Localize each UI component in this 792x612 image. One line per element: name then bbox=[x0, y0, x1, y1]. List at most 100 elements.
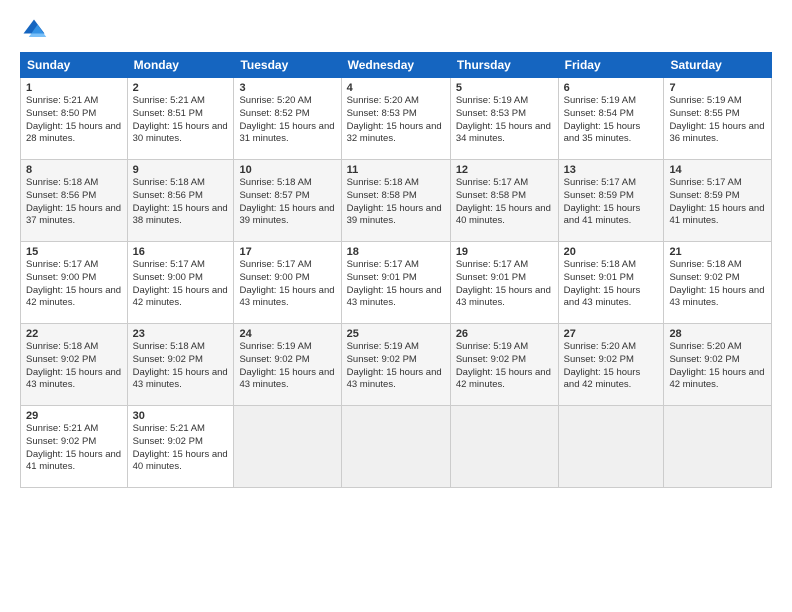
day-number: 25 bbox=[347, 328, 445, 340]
cell-content: Sunrise: 5:18 AM Sunset: 9:01 PM Dayligh… bbox=[564, 259, 659, 310]
cell-content: Sunrise: 5:17 AM Sunset: 8:59 PM Dayligh… bbox=[564, 177, 659, 228]
day-number: 5 bbox=[456, 82, 553, 94]
day-number: 27 bbox=[564, 328, 659, 340]
daylight-label: Daylight: 15 hours and 43 minutes. bbox=[669, 285, 764, 309]
calendar-cell: 27 Sunrise: 5:20 AM Sunset: 9:02 PM Dayl… bbox=[558, 324, 664, 406]
daylight-label: Daylight: 15 hours and 43 minutes. bbox=[347, 367, 442, 391]
sunset-label: Sunset: 9:02 PM bbox=[456, 354, 526, 365]
page: SundayMondayTuesdayWednesdayThursdayFrid… bbox=[0, 0, 792, 612]
sunset-label: Sunset: 8:53 PM bbox=[456, 108, 526, 119]
daylight-label: Daylight: 15 hours and 41 minutes. bbox=[669, 203, 764, 227]
calendar-header-tuesday: Tuesday bbox=[234, 53, 341, 78]
daylight-label: Daylight: 15 hours and 34 minutes. bbox=[456, 121, 551, 145]
daylight-label: Daylight: 15 hours and 32 minutes. bbox=[347, 121, 442, 145]
daylight-label: Daylight: 15 hours and 43 minutes. bbox=[26, 367, 121, 391]
sunrise-label: Sunrise: 5:19 AM bbox=[669, 95, 741, 106]
sunrise-label: Sunrise: 5:18 AM bbox=[133, 341, 205, 352]
sunset-label: Sunset: 8:52 PM bbox=[239, 108, 309, 119]
cell-content: Sunrise: 5:18 AM Sunset: 9:02 PM Dayligh… bbox=[669, 259, 766, 310]
day-number: 4 bbox=[347, 82, 445, 94]
cell-content: Sunrise: 5:17 AM Sunset: 9:01 PM Dayligh… bbox=[347, 259, 445, 310]
sunrise-label: Sunrise: 5:19 AM bbox=[347, 341, 419, 352]
calendar-cell: 16 Sunrise: 5:17 AM Sunset: 9:00 PM Dayl… bbox=[127, 242, 234, 324]
calendar-cell: 4 Sunrise: 5:20 AM Sunset: 8:53 PM Dayli… bbox=[341, 78, 450, 160]
daylight-label: Daylight: 15 hours and 43 minutes. bbox=[347, 285, 442, 309]
sunset-label: Sunset: 9:01 PM bbox=[347, 272, 417, 283]
sunrise-label: Sunrise: 5:17 AM bbox=[456, 259, 528, 270]
daylight-label: Daylight: 15 hours and 43 minutes. bbox=[133, 367, 228, 391]
sunset-label: Sunset: 8:59 PM bbox=[564, 190, 634, 201]
sunrise-label: Sunrise: 5:17 AM bbox=[133, 259, 205, 270]
sunset-label: Sunset: 9:01 PM bbox=[456, 272, 526, 283]
sunrise-label: Sunrise: 5:19 AM bbox=[456, 341, 528, 352]
cell-content: Sunrise: 5:21 AM Sunset: 8:50 PM Dayligh… bbox=[26, 95, 122, 146]
daylight-label: Daylight: 15 hours and 37 minutes. bbox=[26, 203, 121, 227]
calendar-cell: 5 Sunrise: 5:19 AM Sunset: 8:53 PM Dayli… bbox=[450, 78, 558, 160]
sunset-label: Sunset: 9:02 PM bbox=[564, 354, 634, 365]
day-number: 11 bbox=[347, 164, 445, 176]
logo bbox=[20, 16, 52, 44]
calendar-cell: 13 Sunrise: 5:17 AM Sunset: 8:59 PM Dayl… bbox=[558, 160, 664, 242]
day-number: 10 bbox=[239, 164, 335, 176]
day-number: 16 bbox=[133, 246, 229, 258]
cell-content: Sunrise: 5:19 AM Sunset: 8:53 PM Dayligh… bbox=[456, 95, 553, 146]
calendar-cell bbox=[234, 406, 341, 488]
cell-content: Sunrise: 5:21 AM Sunset: 8:51 PM Dayligh… bbox=[133, 95, 229, 146]
calendar-cell: 9 Sunrise: 5:18 AM Sunset: 8:56 PM Dayli… bbox=[127, 160, 234, 242]
calendar-week-4: 22 Sunrise: 5:18 AM Sunset: 9:02 PM Dayl… bbox=[21, 324, 772, 406]
calendar-header-row: SundayMondayTuesdayWednesdayThursdayFrid… bbox=[21, 53, 772, 78]
day-number: 17 bbox=[239, 246, 335, 258]
sunrise-label: Sunrise: 5:20 AM bbox=[239, 95, 311, 106]
day-number: 2 bbox=[133, 82, 229, 94]
sunset-label: Sunset: 8:56 PM bbox=[133, 190, 203, 201]
daylight-label: Daylight: 15 hours and 42 minutes. bbox=[669, 367, 764, 391]
calendar-cell: 6 Sunrise: 5:19 AM Sunset: 8:54 PM Dayli… bbox=[558, 78, 664, 160]
cell-content: Sunrise: 5:17 AM Sunset: 9:01 PM Dayligh… bbox=[456, 259, 553, 310]
cell-content: Sunrise: 5:20 AM Sunset: 9:02 PM Dayligh… bbox=[564, 341, 659, 392]
cell-content: Sunrise: 5:17 AM Sunset: 8:58 PM Dayligh… bbox=[456, 177, 553, 228]
sunrise-label: Sunrise: 5:21 AM bbox=[133, 95, 205, 106]
cell-content: Sunrise: 5:20 AM Sunset: 8:53 PM Dayligh… bbox=[347, 95, 445, 146]
calendar-week-5: 29 Sunrise: 5:21 AM Sunset: 9:02 PM Dayl… bbox=[21, 406, 772, 488]
sunset-label: Sunset: 8:59 PM bbox=[669, 190, 739, 201]
calendar-cell: 28 Sunrise: 5:20 AM Sunset: 9:02 PM Dayl… bbox=[664, 324, 772, 406]
cell-content: Sunrise: 5:17 AM Sunset: 9:00 PM Dayligh… bbox=[26, 259, 122, 310]
sunrise-label: Sunrise: 5:18 AM bbox=[26, 177, 98, 188]
calendar-cell: 8 Sunrise: 5:18 AM Sunset: 8:56 PM Dayli… bbox=[21, 160, 128, 242]
sunset-label: Sunset: 9:02 PM bbox=[26, 436, 96, 447]
sunrise-label: Sunrise: 5:20 AM bbox=[564, 341, 636, 352]
day-number: 3 bbox=[239, 82, 335, 94]
sunset-label: Sunset: 8:57 PM bbox=[239, 190, 309, 201]
calendar-cell: 3 Sunrise: 5:20 AM Sunset: 8:52 PM Dayli… bbox=[234, 78, 341, 160]
daylight-label: Daylight: 15 hours and 42 minutes. bbox=[456, 367, 551, 391]
sunrise-label: Sunrise: 5:18 AM bbox=[133, 177, 205, 188]
sunset-label: Sunset: 9:02 PM bbox=[669, 272, 739, 283]
cell-content: Sunrise: 5:20 AM Sunset: 9:02 PM Dayligh… bbox=[669, 341, 766, 392]
calendar-cell: 25 Sunrise: 5:19 AM Sunset: 9:02 PM Dayl… bbox=[341, 324, 450, 406]
cell-content: Sunrise: 5:18 AM Sunset: 8:56 PM Dayligh… bbox=[133, 177, 229, 228]
cell-content: Sunrise: 5:18 AM Sunset: 8:57 PM Dayligh… bbox=[239, 177, 335, 228]
calendar-header-friday: Friday bbox=[558, 53, 664, 78]
sunrise-label: Sunrise: 5:19 AM bbox=[564, 95, 636, 106]
sunrise-label: Sunrise: 5:21 AM bbox=[133, 423, 205, 434]
day-number: 24 bbox=[239, 328, 335, 340]
cell-content: Sunrise: 5:17 AM Sunset: 8:59 PM Dayligh… bbox=[669, 177, 766, 228]
daylight-label: Daylight: 15 hours and 36 minutes. bbox=[669, 121, 764, 145]
daylight-label: Daylight: 15 hours and 43 minutes. bbox=[239, 367, 334, 391]
sunset-label: Sunset: 9:02 PM bbox=[347, 354, 417, 365]
cell-content: Sunrise: 5:18 AM Sunset: 8:56 PM Dayligh… bbox=[26, 177, 122, 228]
calendar-cell: 7 Sunrise: 5:19 AM Sunset: 8:55 PM Dayli… bbox=[664, 78, 772, 160]
sunset-label: Sunset: 9:00 PM bbox=[239, 272, 309, 283]
daylight-label: Daylight: 15 hours and 38 minutes. bbox=[133, 203, 228, 227]
sunrise-label: Sunrise: 5:18 AM bbox=[239, 177, 311, 188]
daylight-label: Daylight: 15 hours and 41 minutes. bbox=[26, 449, 121, 473]
sunrise-label: Sunrise: 5:17 AM bbox=[239, 259, 311, 270]
sunset-label: Sunset: 8:54 PM bbox=[564, 108, 634, 119]
sunset-label: Sunset: 9:02 PM bbox=[669, 354, 739, 365]
daylight-label: Daylight: 15 hours and 31 minutes. bbox=[239, 121, 334, 145]
day-number: 30 bbox=[133, 410, 229, 422]
cell-content: Sunrise: 5:17 AM Sunset: 9:00 PM Dayligh… bbox=[133, 259, 229, 310]
calendar-cell bbox=[558, 406, 664, 488]
calendar-cell: 19 Sunrise: 5:17 AM Sunset: 9:01 PM Dayl… bbox=[450, 242, 558, 324]
day-number: 18 bbox=[347, 246, 445, 258]
